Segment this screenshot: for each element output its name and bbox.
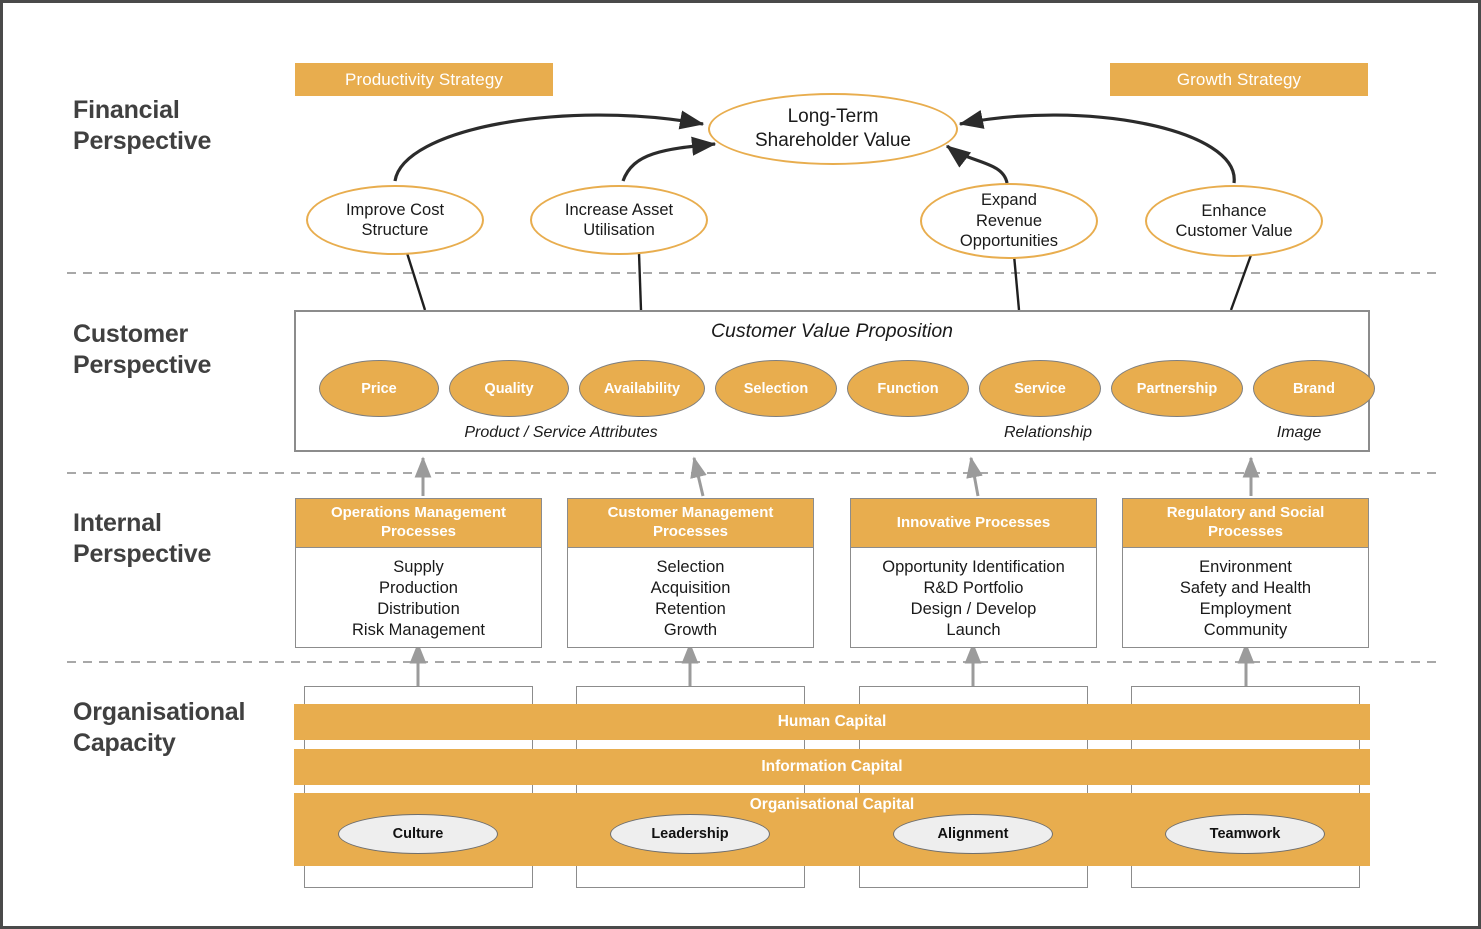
process-box-operations-management: Operations Management Processes Supply P… [295,498,542,649]
link-customervalue-to-cvp [1229,254,1253,311]
cvp-group-image: Image [1276,424,1322,441]
objective-improve-cost-structure: Improve Cost Structure [306,185,484,255]
process-box-innovative: Innovative Processes Opportunity Identif… [850,498,1097,649]
process-items-operations-management: Supply Production Distribution Risk Mana… [352,558,485,640]
cvp-attribute-function: Function [847,360,969,417]
enabler-alignment: Alignment [893,814,1053,854]
perspective-label-internal: Internal Perspective [73,509,212,568]
cvp-attribute-partnership: Partnership [1111,360,1243,417]
cvp-group-product-service-attributes: Product / Service Attributes [464,424,658,441]
customer-value-proposition-title: Customer Value Proposition [710,320,954,342]
banner-growth-strategy: Growth Strategy [1110,63,1368,96]
capacity-band-human-capital: Human Capital [294,704,1370,740]
process-items-regulatory-social: Environment Safety and Health Employment… [1179,558,1312,640]
objective-enhance-customer-value: Enhance Customer Value [1145,185,1323,257]
process-items-innovative: Opportunity Identification R&D Portfolio… [882,558,1065,640]
cvp-attribute-selection: Selection [715,360,837,417]
capacity-band-information-capital: Information Capital [294,749,1370,785]
process-title-innovative: Innovative Processes [851,499,1096,548]
process-items-customer-management: Selection Acquisition Retention Growth [650,558,731,640]
arrow-asset-to-shareholder [621,136,717,182]
process-title-regulatory-social: Regulatory and Social Processes [1123,499,1368,548]
perspective-label-financial: Financial Perspective [73,96,212,155]
arrow-customermgmt-to-cvp [690,456,707,497]
process-box-regulatory-social: Regulatory and Social Processes Environm… [1122,498,1369,649]
objective-increase-asset-utilisation: Increase Asset Utilisation [530,185,708,255]
link-revenue-to-cvp [1012,254,1021,311]
arrow-innovative-to-cvp [966,456,983,497]
enabler-leadership: Leadership [610,814,770,854]
objective-long-term-shareholder-value: Long-Term Shareholder Value [708,93,958,165]
enabler-teamwork: Teamwork [1165,814,1325,854]
perspective-label-customer: Customer Perspective [73,320,212,379]
cvp-attribute-availability: Availability [579,360,705,417]
arrow-revenue-to-shareholder [945,144,1009,184]
banner-productivity-strategy: Productivity Strategy [295,63,553,96]
objective-expand-revenue-opportunities: Expand Revenue Opportunities [920,183,1098,259]
cvp-attribute-price: Price [319,360,439,417]
customer-value-proposition-box: Customer Value Proposition Price Quality… [294,310,1375,452]
process-box-customer-management: Customer Management Processes Selection … [567,498,814,649]
cvp-group-relationship: Relationship [1003,424,1093,441]
link-asset-to-cvp [637,252,643,311]
process-title-operations-management: Operations Management Processes [296,499,541,548]
cvp-attribute-service: Service [979,360,1101,417]
cvp-attribute-quality: Quality [449,360,569,417]
cvp-attribute-brand: Brand [1253,360,1375,417]
process-title-customer-management: Customer Management Processes [568,499,813,548]
arrow-cost-to-shareholder [393,110,705,182]
arrow-customervalue-to-shareholder [958,110,1236,184]
perspective-label-organisational: Organisational Capacity [73,698,246,757]
link-cost-to-cvp [405,252,427,311]
strategy-map-diagram: Financial Perspective Customer Perspecti… [0,0,1481,929]
enabler-culture: Culture [338,814,498,854]
